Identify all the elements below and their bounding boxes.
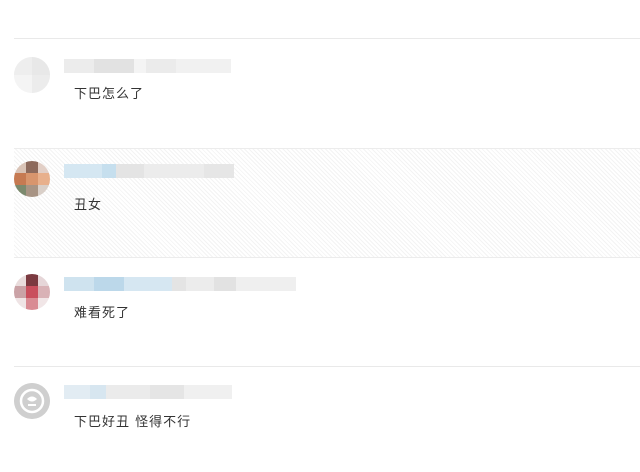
avatar[interactable]: [14, 161, 50, 197]
avatar[interactable]: [14, 383, 50, 419]
avatar[interactable]: [14, 274, 50, 310]
comment-item: 丑女: [14, 148, 640, 258]
comment-text: 下巴怎么了: [74, 87, 145, 102]
comment-text: 丑女: [74, 198, 103, 213]
username-blurred[interactable]: [64, 164, 234, 178]
avatar[interactable]: [14, 57, 50, 93]
username-blurred[interactable]: [64, 277, 296, 291]
username-blurred[interactable]: [64, 59, 231, 73]
username-blurred[interactable]: [64, 385, 232, 399]
comment-item: 难看死了: [14, 258, 640, 366]
comment-item: 下巴好丑 怪得不行: [14, 367, 640, 472]
comment-text: 难看死了: [74, 306, 131, 321]
default-avatar-icon: [14, 383, 50, 419]
comment-list: 下巴怎么了 丑女 难看死了 下巴好丑 怪得不行: [0, 0, 640, 472]
comment-item: 下巴怎么了: [14, 40, 640, 148]
divider: [14, 38, 640, 39]
comment-text: 下巴好丑 怪得不行: [74, 415, 192, 430]
